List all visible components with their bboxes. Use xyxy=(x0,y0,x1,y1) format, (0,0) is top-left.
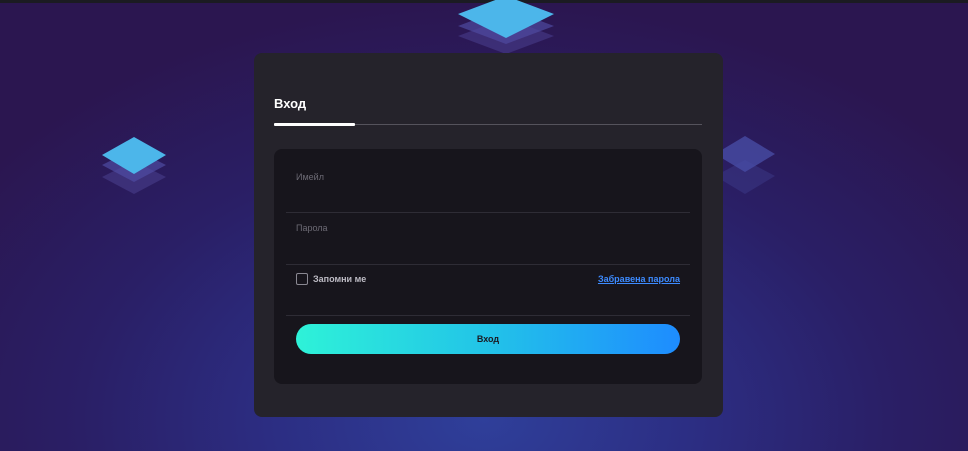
remember-me-label: Запомни ме xyxy=(313,274,367,284)
decorative-diamond-stack-top xyxy=(457,0,555,58)
actions-divider xyxy=(286,315,690,316)
forgot-password-link[interactable]: Забравена парола xyxy=(598,274,680,284)
password-label: Парола xyxy=(296,223,328,233)
email-divider xyxy=(286,212,690,213)
login-card: Вход Имейл Парола Запомни ме Забравена п… xyxy=(254,53,723,417)
email-label: Имейл xyxy=(296,172,324,182)
decorative-diamond-stack-left xyxy=(101,137,167,197)
password-field[interactable] xyxy=(296,238,690,256)
tab-login[interactable]: Вход xyxy=(274,96,306,111)
decorative-diamond-stack-right xyxy=(714,136,776,198)
email-field[interactable] xyxy=(296,187,690,205)
tab-active-indicator xyxy=(274,123,355,126)
login-form: Имейл Парола Запомни ме Забравена парола… xyxy=(274,149,702,384)
remember-me[interactable]: Запомни ме xyxy=(296,273,366,285)
remember-me-checkbox[interactable] xyxy=(296,273,308,285)
password-divider xyxy=(286,264,690,265)
login-button[interactable]: Вход xyxy=(296,324,680,354)
